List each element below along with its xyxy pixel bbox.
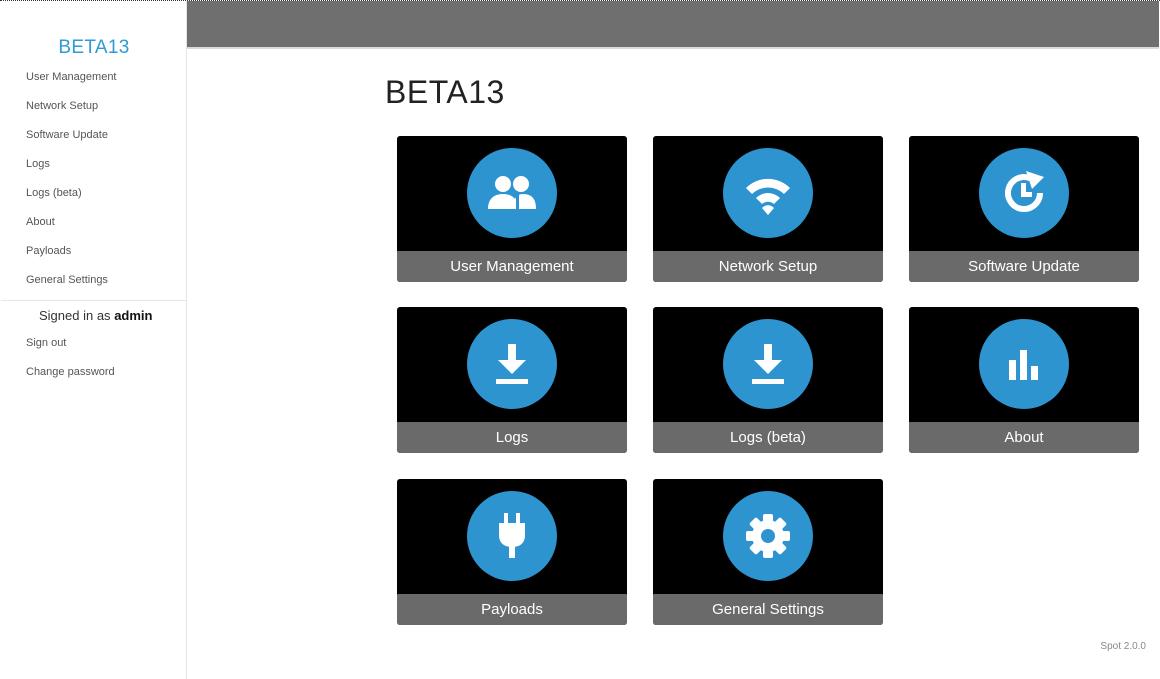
download-icon (723, 319, 813, 409)
sidebar-item-software-update[interactable]: Software Update (26, 129, 108, 141)
download-icon (467, 319, 557, 409)
sidebar-item-about[interactable]: About (26, 216, 55, 228)
tile-network-setup[interactable]: Network Setup (653, 136, 883, 282)
tile-general-settings[interactable]: General Settings (653, 479, 883, 625)
bar-chart-icon (979, 319, 1069, 409)
tile-label: User Management (397, 251, 627, 282)
sidebar-item-general-settings[interactable]: General Settings (26, 274, 108, 286)
signed-in-status: Signed in as admin (39, 308, 152, 323)
sidebar-divider (1, 300, 187, 301)
tile-label: Payloads (397, 594, 627, 625)
tile-software-update[interactable]: Software Update (909, 136, 1139, 282)
plug-icon (467, 491, 557, 581)
version-label: Spot 2.0.0 (1100, 641, 1146, 652)
gear-icon (723, 491, 813, 581)
tile-logs-beta[interactable]: Logs (beta) (653, 307, 883, 453)
tile-label: Network Setup (653, 251, 883, 282)
wifi-icon (723, 148, 813, 238)
tile-label: Logs (beta) (653, 422, 883, 453)
sidebar-item-payloads[interactable]: Payloads (26, 245, 71, 257)
tile-logs[interactable]: Logs (397, 307, 627, 453)
sidebar-item-logs[interactable]: Logs (26, 158, 50, 170)
page-title: BETA13 (385, 74, 505, 110)
tile-label: General Settings (653, 594, 883, 625)
change-password-link[interactable]: Change password (26, 366, 115, 378)
sign-out-link[interactable]: Sign out (26, 337, 66, 349)
tile-label: Logs (397, 422, 627, 453)
users-icon (467, 148, 557, 238)
top-bar (187, 1, 1159, 47)
tile-label: Software Update (909, 251, 1139, 282)
signed-in-username: admin (114, 308, 153, 323)
signed-in-prefix: Signed in as (39, 308, 111, 323)
tile-about[interactable]: About (909, 307, 1139, 453)
sidebar-brand[interactable]: BETA13 (1, 37, 187, 59)
sidebar-item-user-management[interactable]: User Management (26, 71, 117, 83)
sidebar-item-network-setup[interactable]: Network Setup (26, 100, 98, 112)
tile-payloads[interactable]: Payloads (397, 479, 627, 625)
top-bar-shadow (187, 47, 1159, 49)
sidebar: BETA13 User Management Network Setup Sof… (1, 1, 187, 679)
update-clock-icon (979, 148, 1069, 238)
tile-label: About (909, 422, 1139, 453)
sidebar-item-logs-beta[interactable]: Logs (beta) (26, 187, 82, 199)
tile-user-management[interactable]: User Management (397, 136, 627, 282)
